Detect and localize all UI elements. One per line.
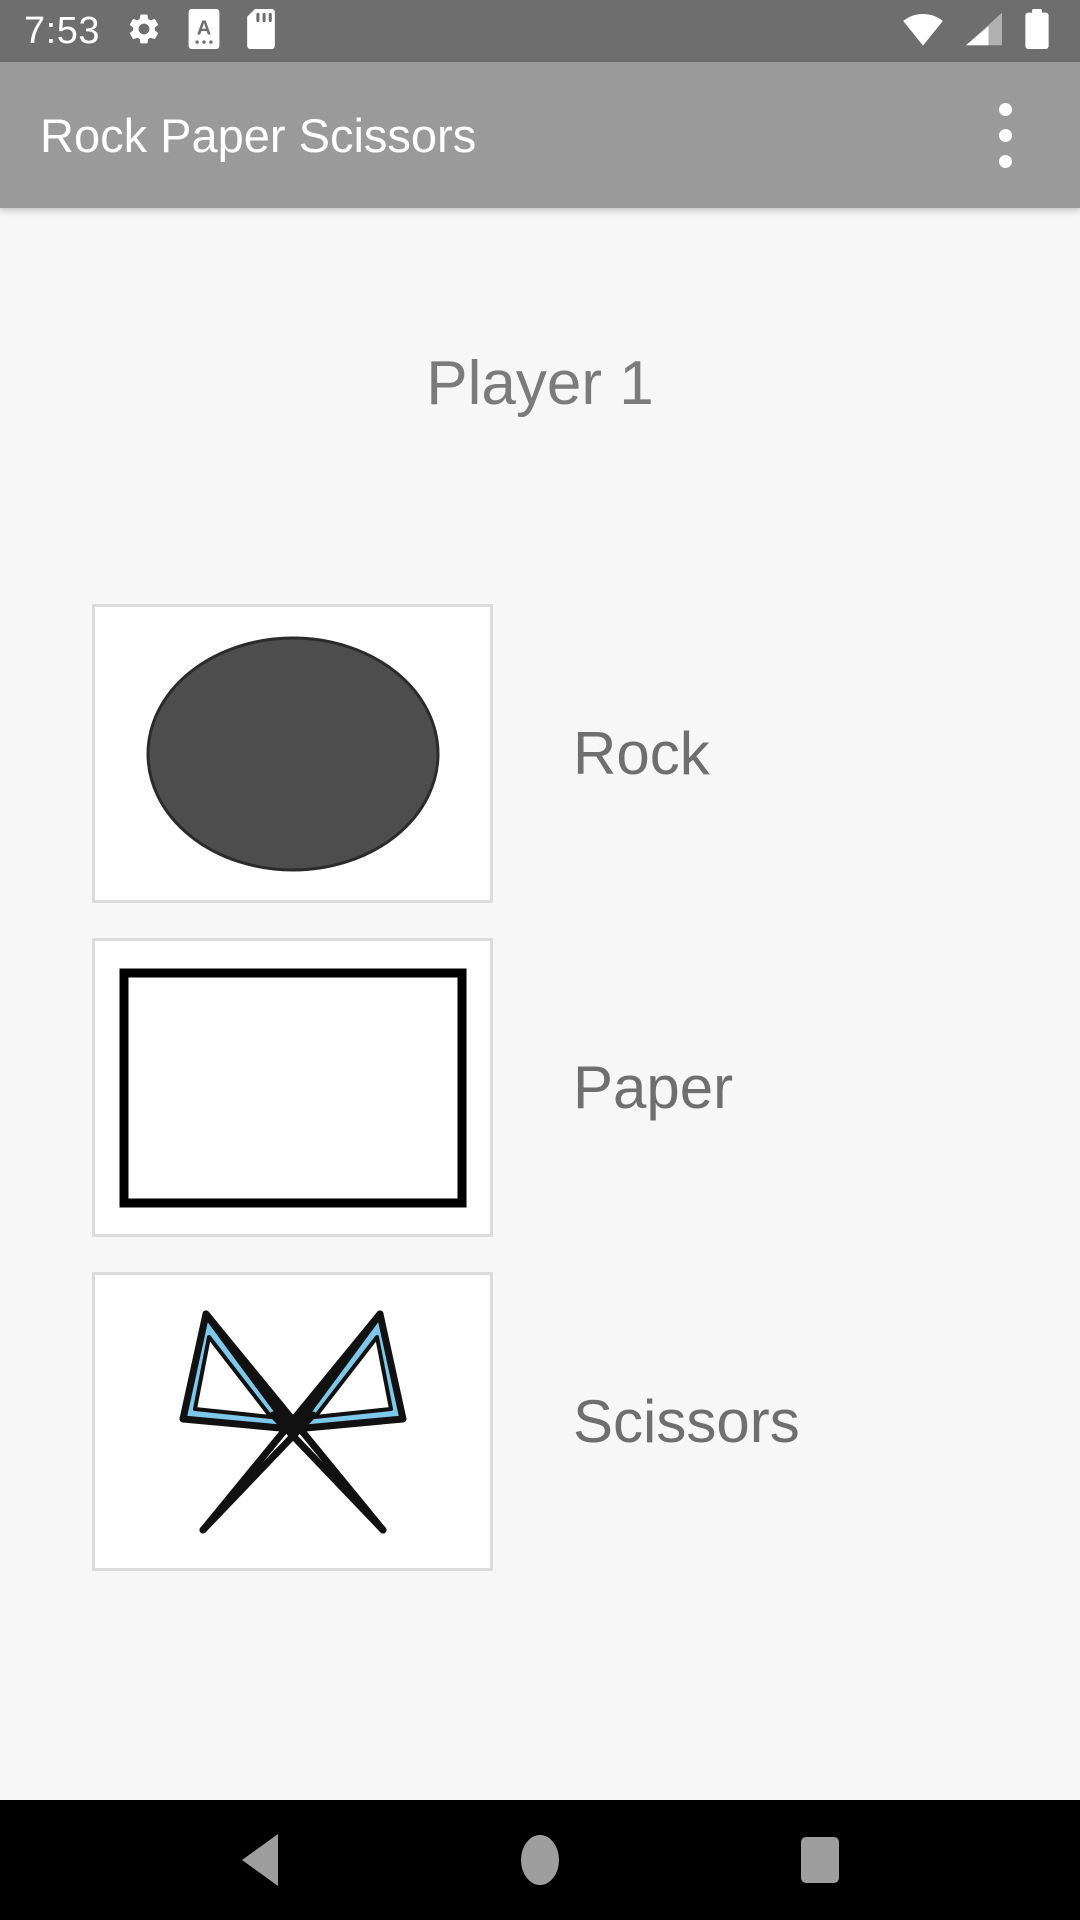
cellular-signal-icon — [964, 11, 1004, 52]
paper-image-container — [95, 941, 490, 1234]
sd-card-icon — [246, 8, 276, 54]
svg-text:A: A — [197, 17, 211, 39]
rock-ellipse-image — [146, 636, 439, 871]
overflow-dot-icon — [998, 102, 1012, 116]
home-circle-icon — [521, 1835, 559, 1885]
nav-back-button[interactable] — [205, 1800, 315, 1920]
choice-row-paper[interactable]: Paper — [0, 938, 1080, 1237]
page-title: Player 1 — [426, 349, 654, 418]
scissors-choice-card[interactable] — [92, 1272, 493, 1571]
rock-choice-card[interactable] — [92, 604, 493, 903]
choice-label-scissors: Scissors — [573, 1388, 800, 1455]
choice-list: Rock Paper Scissors — [0, 604, 1080, 1571]
nav-recents-button[interactable] — [765, 1800, 875, 1920]
status-bar: 7:53 A — [0, 0, 1080, 62]
status-bar-left-group: 7:53 A — [24, 8, 276, 54]
phone-screen: 7:53 A Rock Paper Scissors Player 1 Rock… — [0, 0, 1080, 1920]
paper-rectangle-image — [119, 968, 466, 1207]
nav-home-button[interactable] — [485, 1800, 595, 1920]
main-content: Player 1 Rock Paper Scissors — [0, 208, 1080, 1800]
app-title: Rock Paper Scissors — [40, 108, 477, 162]
status-bar-right-group — [902, 8, 1056, 54]
screenshot-a-badge-icon: A — [188, 8, 220, 54]
choice-label-rock: Rock — [573, 720, 710, 787]
scissors-image — [179, 1310, 406, 1533]
back-triangle-icon — [242, 1834, 278, 1886]
status-bar-clock: 7:53 — [24, 10, 100, 52]
choice-label-paper: Paper — [573, 1054, 734, 1121]
settings-gear-icon — [126, 11, 162, 52]
overflow-dot-icon — [998, 128, 1012, 142]
overflow-dot-icon — [998, 154, 1012, 168]
choice-row-rock[interactable]: Rock — [0, 604, 1080, 903]
rock-image-container — [95, 607, 490, 900]
android-navigation-bar — [0, 1800, 1080, 1920]
wifi-icon — [902, 11, 944, 52]
battery-icon — [1024, 8, 1050, 54]
choice-row-scissors[interactable]: Scissors — [0, 1272, 1080, 1571]
app-bar: Rock Paper Scissors — [0, 62, 1080, 208]
paper-choice-card[interactable] — [92, 938, 493, 1237]
recents-square-icon — [801, 1837, 839, 1883]
overflow-menu-button[interactable] — [970, 90, 1040, 180]
scissors-image-container — [95, 1275, 490, 1568]
